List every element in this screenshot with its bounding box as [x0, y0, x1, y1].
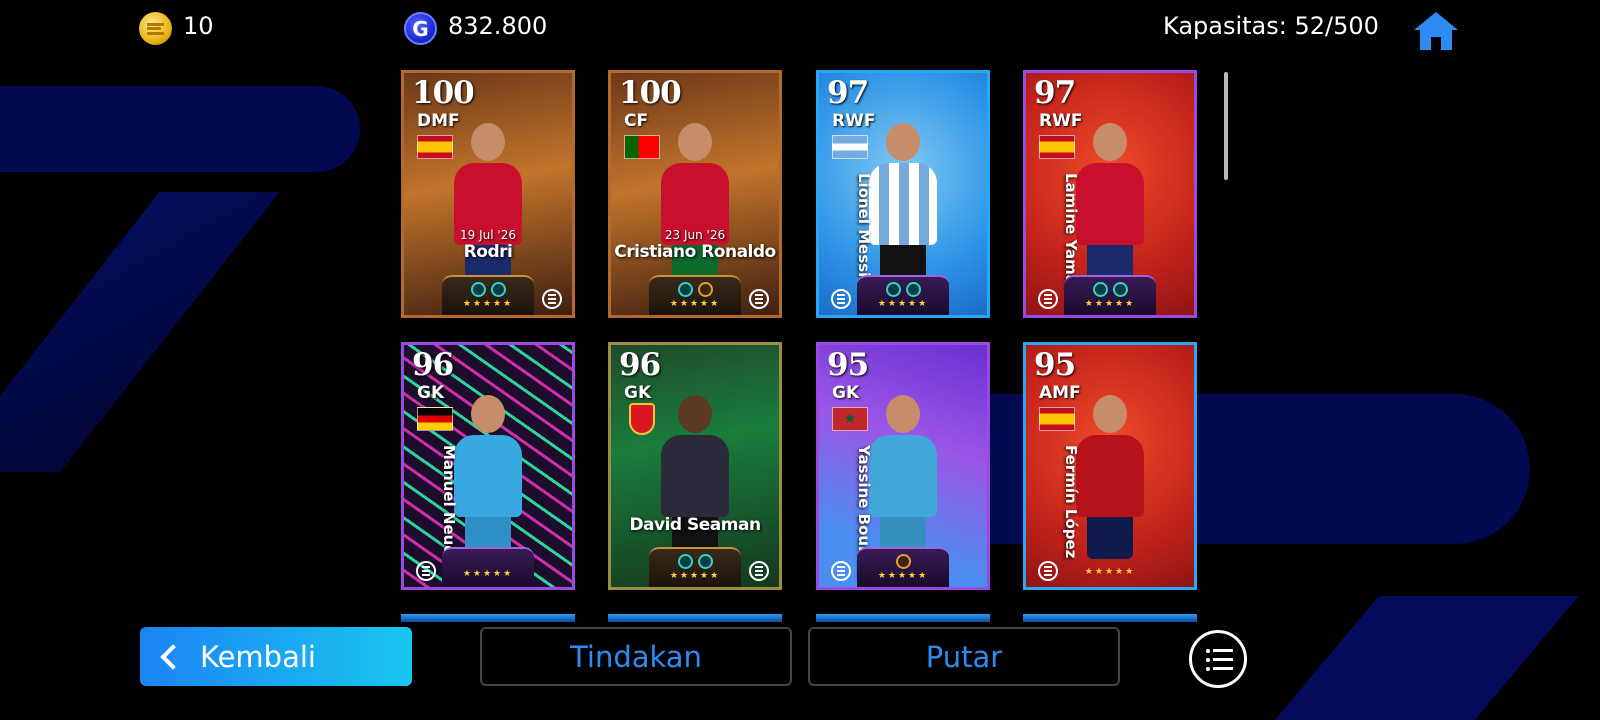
player-card[interactable]: 96 GK David Seaman ★★★★★: [608, 342, 782, 590]
efootball-icon: [1038, 561, 1058, 581]
player-card[interactable]: 95 AMF Fermín López ★★★★★: [1023, 342, 1197, 590]
ecoin-icon: [139, 12, 172, 45]
player-image: [1076, 395, 1144, 559]
card-stars: ★★★★★: [462, 569, 514, 579]
gp-balance: 832.800: [448, 12, 548, 40]
card-skill-pod: ★★★★★: [857, 547, 949, 587]
efootball-icon: [831, 561, 851, 581]
player-card-partial[interactable]: [816, 614, 990, 622]
germany-flag-icon: [417, 407, 453, 431]
card-rating: 100: [619, 75, 682, 111]
card-skill-pod: ★★★★★: [1064, 547, 1156, 587]
card-stars: ★★★★★: [462, 299, 514, 309]
gp-icon: G: [404, 12, 437, 45]
actions-button-label: Tindakan: [570, 639, 702, 674]
card-player-name: Lamine Yamal: [1062, 173, 1080, 291]
player-image: [869, 395, 937, 559]
card-stars: ★★★★★: [1084, 299, 1136, 309]
player-card[interactable]: 100 CF 23 Jun '26 Cristiano Ronaldo ★★★★…: [608, 70, 782, 318]
card-rating: 96: [619, 347, 661, 383]
top-bar: 10 G 832.800 Kapasitas: 52/500: [0, 0, 1600, 58]
card-skill-pod: ★★★★★: [857, 275, 949, 315]
efootball-icon: [1038, 289, 1058, 309]
player-card[interactable]: 97 RWF Lamine Yamal ★★★★★: [1023, 70, 1197, 318]
card-position: DMF: [417, 111, 460, 131]
player-card[interactable]: 100 DMF 19 Jul '26 Rodri ★★★★★: [401, 70, 575, 318]
player-image: [869, 123, 937, 287]
efootball-icon: [416, 561, 436, 581]
background-shape: [1261, 596, 1579, 720]
player-card-partial[interactable]: [1023, 614, 1197, 622]
card-skill-pod: ★★★★★: [442, 547, 534, 587]
spin-button-label: Putar: [925, 639, 1003, 674]
efootball-icon: [542, 289, 562, 309]
player-card-partial[interactable]: [401, 614, 575, 622]
card-position: CF: [624, 111, 649, 131]
spin-button[interactable]: Putar: [808, 627, 1120, 686]
card-rating: 95: [827, 347, 869, 383]
scrollbar[interactable]: [1224, 72, 1228, 180]
card-skill-pod: ★★★★★: [442, 275, 534, 315]
card-player-name: Manuel Neuer: [440, 445, 458, 563]
efootball-icon: [749, 561, 769, 581]
card-rating: 96: [412, 347, 454, 383]
card-player-name: Fermín López: [1062, 445, 1080, 559]
card-rating: 95: [1034, 347, 1076, 383]
card-player-name: Lionel Messi: [855, 173, 873, 278]
player-card[interactable]: 97 RWF Lionel Messi ★★★★★: [816, 70, 990, 318]
card-position: GK: [417, 383, 445, 403]
card-rating: 97: [827, 75, 869, 111]
card-position: RWF: [832, 111, 876, 131]
efootball-icon: [749, 289, 769, 309]
home-icon[interactable]: [1412, 10, 1460, 52]
argentina-flag-icon: [832, 135, 868, 159]
back-button-label: Kembali: [200, 639, 316, 674]
portugal-flag-icon: [624, 135, 660, 159]
actions-button[interactable]: Tindakan: [480, 627, 792, 686]
morocco-flag-icon: [832, 407, 868, 431]
card-skill-pod: ★★★★★: [649, 547, 741, 587]
card-position: GK: [832, 383, 860, 403]
coin-balance: 10: [183, 12, 214, 40]
card-skill-pod: ★★★★★: [1064, 275, 1156, 315]
background-shape: [0, 192, 280, 472]
player-image: [661, 123, 729, 287]
player-card[interactable]: 96 GK Manuel Neuer ★★★★★: [401, 342, 575, 590]
card-player-name: David Seaman: [629, 515, 761, 535]
player-image: [454, 395, 522, 559]
background-shape: [0, 86, 360, 172]
chevron-left-icon: [160, 643, 186, 670]
spain-flag-icon: [1039, 407, 1075, 431]
spain-flag-icon: [1039, 135, 1075, 159]
back-button[interactable]: Kembali: [140, 627, 412, 686]
player-card[interactable]: 95 GK Yassine Bounou ★★★★★: [816, 342, 990, 590]
player-image: [454, 123, 522, 287]
arsenal-crest-icon: [629, 403, 655, 435]
card-skill-pod: ★★★★★: [649, 275, 741, 315]
card-position: AMF: [1039, 383, 1081, 403]
card-player-name: Rodri: [463, 242, 513, 262]
capacity-label: Kapasitas: 52/500: [1163, 12, 1379, 40]
card-stars: ★★★★★: [669, 299, 721, 309]
card-rating: 100: [412, 75, 475, 111]
spain-flag-icon: [417, 135, 453, 159]
card-stars: ★★★★★: [1084, 567, 1136, 577]
card-rating: 97: [1034, 75, 1076, 111]
card-date: 23 Jun '26: [664, 228, 726, 242]
player-image: [1076, 123, 1144, 287]
card-date: 19 Jul '26: [460, 228, 516, 242]
card-stars: ★★★★★: [877, 571, 929, 581]
card-stars: ★★★★★: [877, 299, 929, 309]
player-card-partial[interactable]: [608, 614, 782, 622]
efootball-icon: [831, 289, 851, 309]
list-menu-icon[interactable]: [1189, 630, 1247, 688]
card-stars: ★★★★★: [669, 571, 721, 581]
card-position: GK: [624, 383, 652, 403]
card-player-name: Cristiano Ronaldo: [614, 242, 776, 262]
card-position: RWF: [1039, 111, 1083, 131]
